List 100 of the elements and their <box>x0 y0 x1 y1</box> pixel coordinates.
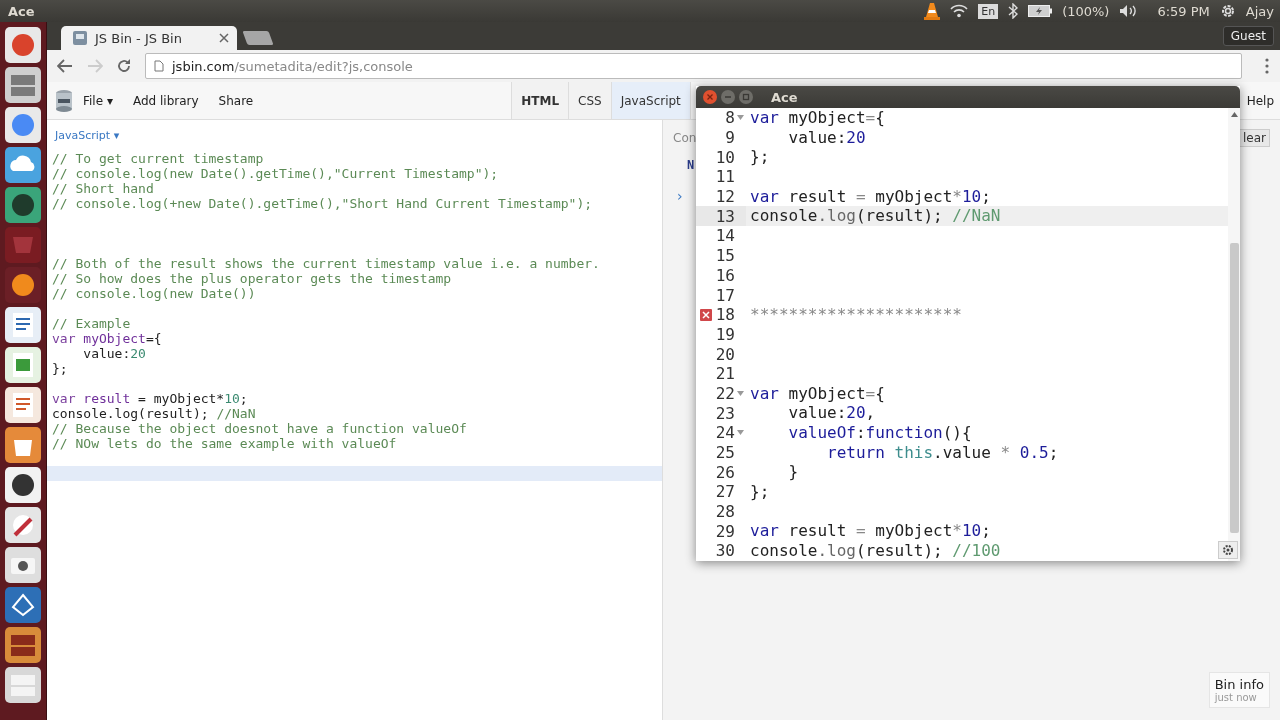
scrollbar[interactable] <box>1228 108 1240 561</box>
close-icon[interactable] <box>219 33 229 43</box>
window-title: Ace <box>771 89 798 105</box>
traffic-cone-icon[interactable] <box>924 2 941 20</box>
drawer-app-icon[interactable] <box>5 67 41 103</box>
line-number: 22 <box>715 383 735 403</box>
line-number: 10 <box>715 147 735 167</box>
address-bar[interactable]: jsbin.com/sumetadita/edit?js,console <box>145 53 1242 79</box>
bin-info-time: just now <box>1214 692 1258 703</box>
gear-app-icon[interactable] <box>5 507 41 543</box>
code-line: var myObject={ <box>749 383 886 404</box>
code-line: // Because the object doesnot have a function valueOf <box>51 421 468 436</box>
spreadsheet-app-icon[interactable] <box>5 347 41 383</box>
code-line: value:20 <box>82 346 147 361</box>
fold-arrow-icon[interactable] <box>737 390 744 396</box>
toolbar-menu-item[interactable]: File ▾ <box>73 93 123 108</box>
code-line: // Both of the result shows the current timestamp value i.e. a number. <box>51 256 601 271</box>
user-name[interactable]: Ajay <box>1245 3 1274 19</box>
toolbar-menu-item[interactable]: Add library <box>122 93 209 108</box>
error-icon[interactable] <box>700 308 712 321</box>
battery-percentage: (100%) <box>1062 3 1110 19</box>
new-tab-button[interactable] <box>242 31 274 45</box>
code-line: var myObject={ <box>749 108 886 128</box>
app-title: Ace <box>8 3 35 19</box>
code-line: var result = myObject*10; <box>749 186 992 207</box>
line-number: 24 <box>715 423 735 443</box>
help-menu-item[interactable]: Help <box>1244 93 1276 108</box>
document-app-icon[interactable] <box>5 307 41 343</box>
line-number: 16 <box>715 265 735 285</box>
language-dropdown[interactable]: JavaScript ▾ <box>55 129 120 142</box>
line-number: 11 <box>715 167 735 187</box>
line-number: 19 <box>715 324 735 344</box>
wifi-icon[interactable] <box>950 4 969 18</box>
line-number: 20 <box>715 344 735 364</box>
menu-icon[interactable] <box>1264 58 1270 74</box>
settings-button[interactable] <box>1218 541 1238 559</box>
line-number: 23 <box>715 403 735 423</box>
circle-app-icon[interactable] <box>5 467 41 503</box>
code-line: // console.log(+new Date().getTime(),"Short Hand Current Timestamp"); <box>51 196 594 211</box>
bluetooth-icon[interactable] <box>1008 3 1019 19</box>
line-number: 21 <box>715 364 735 384</box>
bin-info-title: Bin info <box>1214 677 1264 692</box>
reload-icon[interactable] <box>117 59 131 73</box>
code-line: } <box>787 462 800 483</box>
camera-app-icon[interactable] <box>5 547 41 583</box>
guest-profile-button[interactable]: Guest <box>1222 26 1274 46</box>
scroll-up-icon[interactable] <box>1230 112 1238 117</box>
line-number: 9 <box>725 128 735 148</box>
code-line: // Short hand <box>51 181 155 196</box>
drawer-app-icon[interactable] <box>5 627 41 663</box>
clear-button[interactable]: lear <box>1239 129 1270 147</box>
clock[interactable]: 6:59 PM <box>1157 3 1210 19</box>
bin-info-panel[interactable]: Bin info just now <box>1208 672 1270 708</box>
panel-tab[interactable]: HTML <box>512 82 570 119</box>
code-line: var myObject={ <box>51 331 163 346</box>
jsbin-logo-icon[interactable] <box>55 88 73 113</box>
line-number: 27 <box>715 482 735 502</box>
code-line: return this.value * 0.5; <box>826 442 1060 463</box>
panel-tab[interactable]: CSS <box>569 82 612 119</box>
line-number: 25 <box>715 443 735 463</box>
keyboard-layout-indicator[interactable]: En <box>978 3 999 19</box>
line-number: 18 <box>715 305 735 325</box>
code-line: var result = myObject*10; <box>749 521 992 542</box>
battery-icon[interactable] <box>1028 5 1053 17</box>
console-prompt[interactable]: › <box>677 188 683 204</box>
page-icon <box>154 60 164 72</box>
code-line: console.log(result); //NaN <box>51 406 257 421</box>
browser-tab[interactable]: JS Bin - JS Bin <box>61 26 237 50</box>
line-number: 26 <box>715 462 735 482</box>
line-number: 28 <box>715 502 735 522</box>
diamond-app-icon[interactable] <box>5 587 41 623</box>
panel-tab[interactable]: JavaScript <box>611 82 691 119</box>
line-number: 29 <box>715 521 735 541</box>
line-number: 15 <box>715 246 735 266</box>
maximize-icon[interactable] <box>739 90 753 104</box>
code-line: var result = myObject*10; <box>51 391 249 406</box>
code-line: // So how does the plus operator gets the timestamp <box>51 271 453 286</box>
power-gear-icon[interactable] <box>1219 3 1236 19</box>
line-number: 30 <box>715 541 735 561</box>
document-app-icon[interactable] <box>5 387 41 423</box>
console-output: N <box>687 158 695 172</box>
line-number: 12 <box>715 187 735 207</box>
fold-arrow-icon[interactable] <box>737 115 744 121</box>
line-number: 8 <box>725 108 735 128</box>
code-line: // console.log(new Date()) <box>51 286 257 301</box>
line-number: 17 <box>715 285 735 305</box>
code-line: }; <box>749 482 771 502</box>
code-line: // To get current timestamp <box>51 151 265 166</box>
toolbar-menu-item[interactable]: Share <box>208 93 264 108</box>
favicon-icon <box>73 31 87 45</box>
close-icon[interactable] <box>703 90 717 104</box>
fold-arrow-icon[interactable] <box>737 430 744 436</box>
cloud-app-icon[interactable] <box>5 147 41 183</box>
circle-app-icon[interactable] <box>5 267 41 303</box>
back-icon[interactable] <box>57 59 73 73</box>
code-line: // NOw lets do the same example with valueOf <box>51 436 398 451</box>
scrollbar-thumb[interactable] <box>1229 243 1239 533</box>
code-line: }; <box>749 147 771 168</box>
code-line: ********************** <box>749 304 963 325</box>
bag-app-icon[interactable] <box>5 427 41 463</box>
